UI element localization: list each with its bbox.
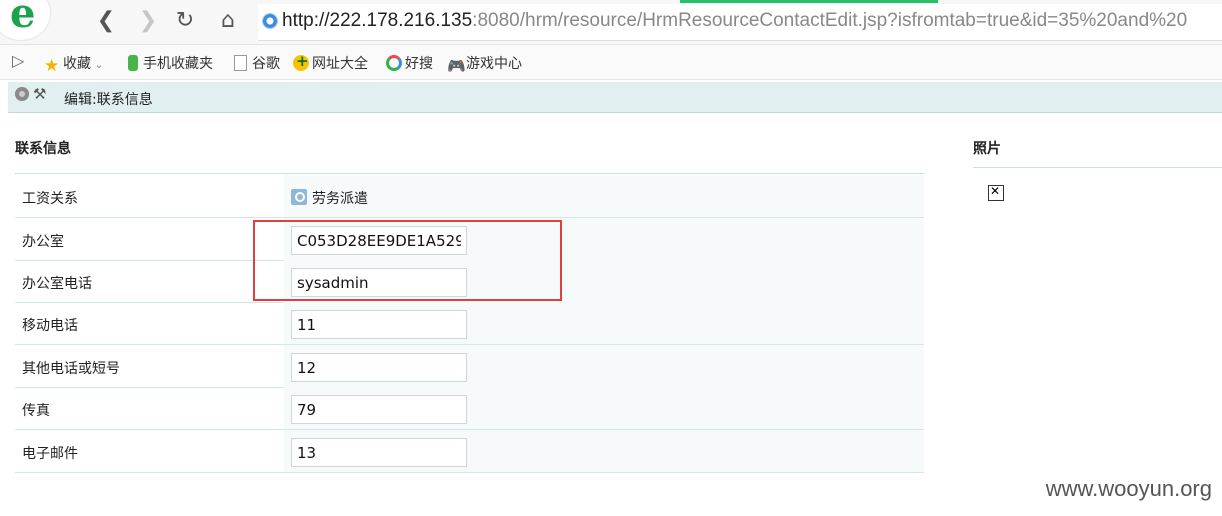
home-button[interactable]: ⌂: [214, 7, 242, 35]
plus-icon: [293, 52, 309, 71]
back-button[interactable]: ❮: [92, 7, 120, 35]
browser-toolbar: e ❮ ❯ ↻ ⌂ http://222.178.216.135:8080/hr…: [0, 0, 1222, 45]
mobile-phone-label: 移动电话: [22, 318, 78, 334]
star-icon: ★: [44, 56, 60, 76]
page-icon: [234, 55, 247, 71]
reload-button[interactable]: ↻: [171, 7, 199, 35]
form-row-other-phone: 其他电话或短号: [15, 345, 924, 388]
salary-relation-label: 工资关系: [22, 191, 78, 207]
form-row-fax: 传真: [15, 387, 924, 430]
url-text[interactable]: http://222.178.216.135:8080/hrm/resource…: [282, 10, 1187, 32]
page-title: 编辑:联系信息: [64, 92, 153, 108]
browser-logo[interactable]: e: [0, 0, 50, 40]
email-input[interactable]: [291, 438, 467, 467]
fax-input[interactable]: [291, 395, 467, 424]
broken-image-icon: [988, 184, 1004, 201]
fax-label: 传真: [22, 403, 50, 419]
bookmark-favorites[interactable]: ★ 收藏 ⌄: [44, 53, 104, 76]
form-row-email: 电子邮件: [15, 430, 924, 473]
phone-icon: [128, 55, 138, 71]
photo-section-title: 照片: [973, 141, 1001, 157]
tools-icon[interactable]: ⚒: [33, 85, 46, 103]
search-icon[interactable]: [291, 189, 307, 205]
site-info-icon[interactable]: [262, 13, 278, 29]
search-q-icon: [386, 55, 402, 71]
bookmark-haosou[interactable]: 好搜: [386, 53, 433, 73]
salary-relation-value: 劳务派遣: [312, 191, 368, 207]
gear-icon[interactable]: [15, 87, 29, 101]
bookmark-mobile-favorites[interactable]: 手机收藏夹: [125, 53, 213, 73]
other-phone-input[interactable]: [291, 353, 467, 382]
page-header: ⚒ 编辑:联系信息: [8, 82, 1222, 113]
other-phone-label: 其他电话或短号: [22, 361, 120, 377]
forward-button[interactable]: ❯: [134, 7, 162, 35]
office-phone-label: 办公室电话: [22, 276, 92, 292]
bookmarks-bar: ▷ ★收藏 ⌄ 手机收藏夹 谷歌 网址大全 好搜 🎮游戏中心: [0, 45, 1222, 80]
email-label: 电子邮件: [22, 446, 78, 462]
mobile-phone-input[interactable]: [291, 310, 467, 339]
loading-progress-bar: [680, 0, 938, 3]
highlight-box: [253, 220, 562, 301]
gamepad-icon: 🎮: [447, 57, 466, 75]
office-label: 办公室: [22, 234, 64, 250]
address-bar[interactable]: http://222.178.216.135:8080/hrm/resource…: [258, 4, 1222, 41]
watermark: www.wooyun.org: [1045, 476, 1212, 501]
section-divider: [15, 173, 924, 174]
contact-section-title: 联系信息: [15, 141, 71, 157]
bookmark-url-directory[interactable]: 网址大全: [293, 52, 368, 73]
bookmark-game-center[interactable]: 🎮游戏中心: [447, 53, 522, 74]
photo-divider: [973, 167, 1222, 168]
form-row-salary-relation: 工资关系 劳务派遣: [15, 175, 924, 218]
bookmark-google[interactable]: 谷歌: [232, 53, 280, 73]
form-row-mobile-phone: 移动电话: [15, 302, 924, 345]
sidebar-toggle-icon[interactable]: ▷: [12, 51, 24, 70]
